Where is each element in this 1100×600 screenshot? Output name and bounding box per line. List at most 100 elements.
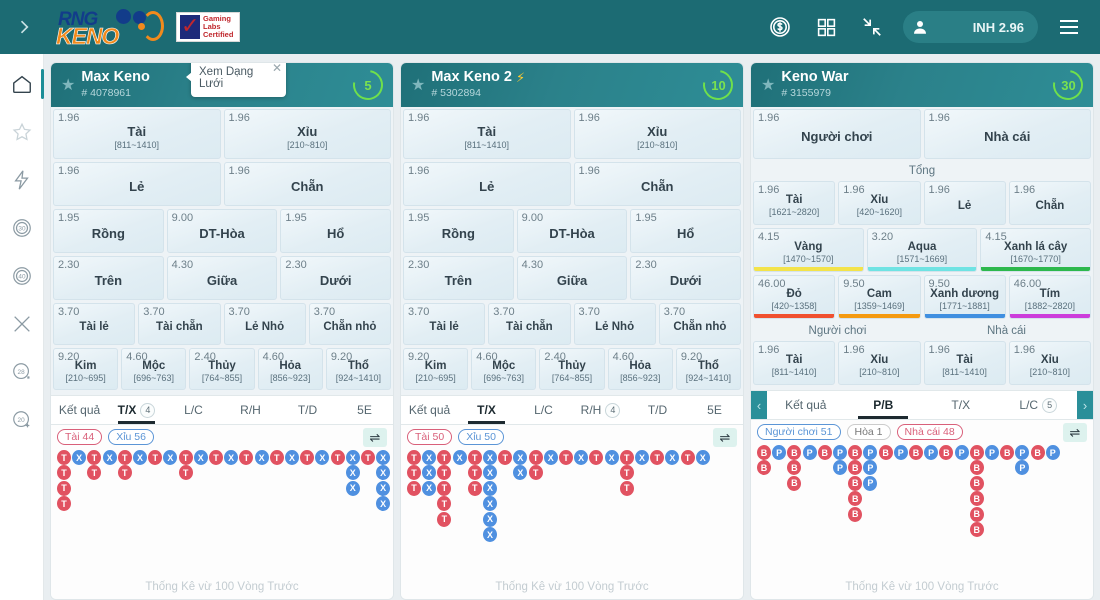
bet-option[interactable]: 4.15 Xanh lá cây [1670~1770] [980,228,1092,272]
bet-color-bar [981,267,1091,271]
tab-2[interactable]: L/C [515,396,572,424]
sidebar-item-home[interactable] [0,60,44,108]
bet-option[interactable]: 1.96 Chẵn [573,162,741,206]
bet-option[interactable]: 4.15 Vàng [1470~1570] [753,228,864,272]
bet-odds: 1.96 [1013,184,1036,196]
bet-option[interactable]: 4.30 Giữa [166,256,278,300]
sidebar-item-favorites[interactable] [0,108,44,156]
sidebar-expand-button[interactable] [0,0,48,54]
summary-chip: Người chơi 51 [757,424,841,440]
swap-arrows-icon[interactable]: ⇌ [713,428,737,447]
hamburger-menu-icon[interactable] [1054,12,1084,42]
sidebar-item-war[interactable] [0,300,44,348]
tab-1[interactable]: T/X [458,396,515,424]
star-icon[interactable]: ★ [761,75,775,95]
bet-option[interactable]: 2.40 Thủy [764~855] [539,348,605,390]
tab-2[interactable]: T/X [922,391,1000,419]
bet-option[interactable]: 1.96 Xỉu [210~810] [838,341,921,385]
bet-option[interactable]: 9.20 Kim [210~695] [53,348,119,390]
swap-arrows-icon[interactable]: ⇌ [1063,423,1087,442]
tab-4[interactable]: T/D [629,396,686,424]
brand-logo[interactable]: RNG KENO Gaming Labs Certified [54,7,240,49]
bet-option[interactable]: 3.70 Tài lẻ [53,303,136,345]
tab-0[interactable]: Kết quả [767,391,845,419]
sidebar-item-keno-28[interactable]: 28 [0,348,44,396]
bet-option[interactable]: 1.96 Tài [811~1410] [403,109,571,159]
bet-option[interactable]: 2.30 Dưới [280,256,392,300]
bet-option[interactable]: 3.70 Tài chẵn [488,303,571,345]
tab-3[interactable]: L/C 5 [1000,391,1078,419]
bet-option[interactable]: 4.60 Hỏa [856~923] [257,348,323,390]
bet-option[interactable]: 3.20 Aqua [1571~1669] [866,228,978,272]
shrink-arrows-icon[interactable] [857,12,887,42]
bet-option[interactable]: 3.70 Lẻ Nhỏ [223,303,306,345]
bet-option[interactable]: 1.96 Lẻ [923,181,1006,225]
tab-5[interactable]: 5E [686,396,743,424]
tab-3[interactable]: R/H [222,396,279,424]
tab-0[interactable]: Kết quả [401,396,458,424]
bet-option[interactable]: 9.20 Thổ [924~1410] [675,348,742,390]
bet-option[interactable]: 1.96 Tài [1621~2820] [753,181,836,225]
bet-option[interactable]: 4.60 Mộc [696~763] [471,348,537,390]
tab-3[interactable]: R/H 4 [572,396,629,424]
bet-option[interactable]: 4.30 Giữa [516,256,628,300]
sidebar-item-keno-40[interactable]: 40 [0,252,44,300]
bet-option[interactable]: 9.20 Thổ [924~1410] [325,348,392,390]
bet-option[interactable]: 1.96 Xỉu [210~810] [573,109,741,159]
tab-label: L/C [1019,398,1039,412]
sidebar-item-keno-30[interactable]: 30 [0,204,44,252]
tab-1[interactable]: T/X 4 [108,396,165,424]
sidebar-item-fast-games[interactable] [0,156,44,204]
bet-option[interactable]: 2.30 Trên [403,256,514,300]
bet-option[interactable]: 9.50 Cam [1359~1469] [838,275,921,319]
chevron-right-icon[interactable]: › [1077,391,1093,419]
bet-option[interactable]: 3.70 Chẵn nhỏ [658,303,741,345]
bet-option[interactable]: 1.96 Xỉu [420~1620] [838,181,921,225]
bet-option[interactable]: 46.00 Tím [1882~2820] [1008,275,1091,319]
bet-option[interactable]: 2.30 Trên [53,256,164,300]
bet-option[interactable]: 1.96 Tài [811~1410] [923,341,1006,385]
bet-option[interactable]: 1.96 Chẵn [1008,181,1091,225]
bet-option[interactable]: 9.00 DT-Hòa [516,209,628,253]
bet-option[interactable]: 4.60 Hỏa [856~923] [607,348,673,390]
tab-1[interactable]: P/B [845,391,923,419]
swap-arrows-icon[interactable]: ⇌ [363,428,387,447]
bet-option[interactable]: 3.70 Tài lẻ [403,303,486,345]
bet-option[interactable]: 9.00 DT-Hòa [166,209,278,253]
bet-option[interactable]: 1.96 Xỉu [210~810] [1008,341,1091,385]
bet-option[interactable]: 3.70 Lẻ Nhỏ [573,303,656,345]
balance-button[interactable]: INH 2.96 [903,11,1038,43]
bet-option[interactable]: 2.30 Dưới [630,256,742,300]
tab-0[interactable]: Kết quả [51,396,108,424]
bet-option[interactable]: 3.70 Chẵn nhỏ [308,303,391,345]
bet-option[interactable]: 1.95 Hổ [280,209,392,253]
road-bead: T [57,480,71,496]
bet-option[interactable]: 46.00 Đỏ [420~1358] [753,275,836,319]
bet-option[interactable]: 1.96 Xỉu [210~810] [223,109,391,159]
bet-option[interactable]: 9.50 Xanh dương [1771~1881] [923,275,1006,319]
bet-option[interactable]: 1.96 Nhà cái [923,109,1091,159]
star-icon[interactable]: ★ [61,75,75,95]
chevron-left-icon[interactable]: ‹ [751,391,767,419]
bet-option[interactable]: 3.70 Tài chẵn [138,303,221,345]
grid-apps-icon[interactable] [811,12,841,42]
close-icon[interactable]: ✕ [272,63,282,75]
bet-option[interactable]: 1.96 Người chơi [753,109,921,159]
bet-option[interactable]: 1.95 Hổ [630,209,742,253]
tab-5[interactable]: 5E [336,396,393,424]
bet-option[interactable]: 1.96 Tài [811~1410] [53,109,221,159]
tab-2[interactable]: L/C [165,396,222,424]
star-icon[interactable]: ★ [411,75,425,95]
tab-4[interactable]: T/D [279,396,336,424]
bet-option[interactable]: 1.96 Chẵn [223,162,391,206]
bet-option[interactable]: 1.96 Tài [811~1410] [753,341,836,385]
bet-option[interactable]: 4.60 Mộc [696~763] [121,348,187,390]
bet-option[interactable]: 9.20 Kim [210~695] [403,348,469,390]
bet-option[interactable]: 1.96 Lẻ [53,162,221,206]
sidebar-item-keno-20[interactable]: 20 [0,396,44,444]
bet-option[interactable]: 1.95 Rồng [403,209,514,253]
bet-option[interactable]: 2.40 Thủy [764~855] [189,348,255,390]
coin-dollar-icon[interactable] [765,12,795,42]
bet-option[interactable]: 1.96 Lẻ [403,162,571,206]
bet-option[interactable]: 1.95 Rồng [53,209,164,253]
